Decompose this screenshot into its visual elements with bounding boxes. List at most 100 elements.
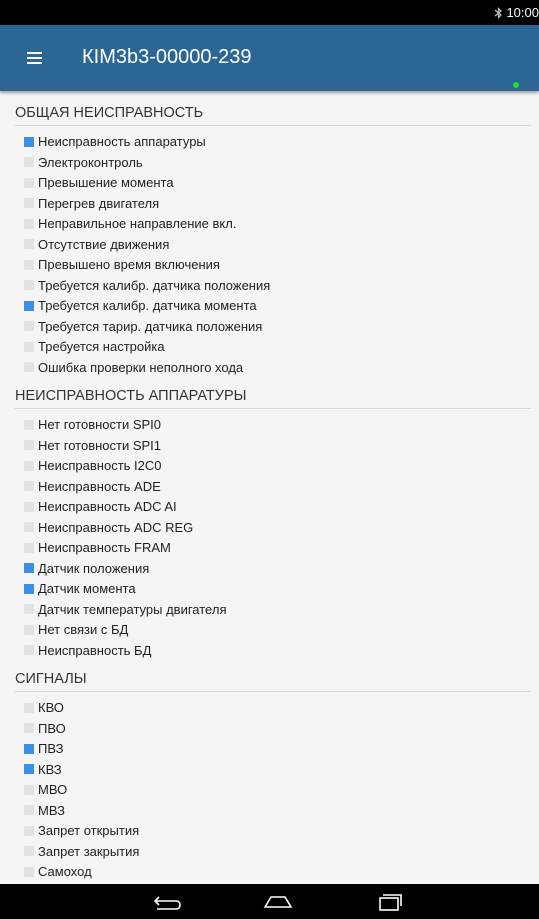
status-indicator-inactive	[24, 198, 34, 208]
list-item-label: Неисправность FRAM	[38, 540, 171, 555]
list-item-label: Неисправность ADE	[38, 478, 161, 494]
status-indicator-active	[24, 136, 34, 147]
status-indicator-active	[24, 583, 34, 594]
status-indicator-inactive	[24, 501, 34, 512]
list-item[interactable]: Неисправность FRAM	[0, 538, 539, 559]
list-item[interactable]: Превышение момента	[0, 173, 539, 194]
status-indicator-active	[24, 300, 34, 311]
status-indicator-active	[24, 563, 34, 573]
app-title: КІМ3b3-00000-239	[82, 46, 252, 68]
status-indicator-active	[24, 743, 34, 754]
list-item-label: Превышено время включения	[38, 257, 220, 272]
list-item[interactable]: КВО	[0, 698, 539, 719]
list-item-label: Неисправность ADC AI	[38, 499, 177, 514]
list-item[interactable]: Электроконтроль	[0, 153, 539, 174]
section-header: СИГНАЛЫ	[15, 667, 531, 692]
status-indicator-inactive	[24, 624, 34, 635]
status-bar: 10:00	[0, 0, 539, 25]
list-item[interactable]: Неправильное направление вкл.	[0, 214, 539, 235]
list-item[interactable]: Самоход	[0, 862, 539, 883]
list-item[interactable]: Нет готовности SPI0	[0, 415, 539, 436]
list-item-label: Требуется настройка	[38, 339, 165, 354]
list-item[interactable]: ПВЗ	[0, 739, 539, 760]
status-indicator-inactive	[24, 259, 34, 270]
list-item-label: Ошибка проверки неполного хода	[38, 359, 244, 375]
list-item-label: Неправильное направление вкл.	[38, 216, 237, 231]
list-item[interactable]: КВЗ	[0, 760, 539, 781]
list-item-label: Запрет открытия	[38, 823, 140, 838]
list-item[interactable]: Неисправность ADC REG	[0, 518, 539, 539]
status-indicator-inactive	[24, 825, 34, 836]
list-item[interactable]: Неисправность аппаратуры	[0, 132, 539, 153]
list-item[interactable]: МВО	[0, 780, 539, 801]
list-item-label: МВЗ	[38, 802, 65, 818]
list-item[interactable]: Требуется калибр. датчика момента	[0, 296, 539, 317]
bluetooth-icon	[495, 6, 503, 19]
list-item-label: ПВО	[38, 720, 66, 736]
list-item[interactable]: Датчик положения	[0, 559, 539, 580]
status-indicator-inactive	[24, 239, 34, 249]
list-item[interactable]: Неисправность ADC AI	[0, 497, 539, 518]
status-indicator-inactive	[24, 866, 34, 877]
list-item-label: Требуется калибр. датчика момента	[38, 298, 257, 313]
status-indicator-inactive	[24, 460, 34, 471]
list-item[interactable]: Датчик температуры двигателя	[0, 600, 539, 621]
list-item[interactable]: Неисправность I2C0	[0, 456, 539, 477]
list-item[interactable]: Требуется тарир. датчика положения	[0, 317, 539, 338]
list-item-label: Перегрев двигателя	[38, 195, 160, 211]
list-item[interactable]: Нет готовности SPI1	[0, 436, 539, 457]
list-item-label: Превышение момента	[38, 175, 174, 190]
list-item[interactable]: Превышено время включения	[0, 255, 539, 276]
status-indicator-inactive	[24, 542, 34, 553]
status-indicator-inactive	[24, 522, 34, 532]
section-header: ОБЩАЯ НЕИСПРАВНОСТЬ	[15, 101, 531, 126]
list-item[interactable]: Неисправность ADE	[0, 477, 539, 498]
list-item-label: Неисправность ADC REG	[38, 519, 194, 535]
status-indicator-inactive	[24, 805, 34, 815]
list-item-label: Требуется калибр. датчика положения	[38, 277, 271, 293]
list-item[interactable]: Неисправность БД	[0, 641, 539, 662]
status-indicator-inactive	[24, 157, 34, 167]
status-right: 10:00	[494, 5, 539, 20]
fault-list[interactable]: ОБЩАЯ НЕИСПРАВНОСТЬ Неисправность аппарат…	[0, 91, 539, 884]
status-indicator-active	[24, 764, 34, 774]
list-item[interactable]: Ошибка проверки неполного хода	[0, 358, 539, 379]
list-item-label: Неисправность БД	[38, 642, 152, 658]
navigation-bar	[0, 884, 539, 919]
list-item-label: КВО	[38, 700, 64, 715]
list-item[interactable]: Отсутствие движения	[0, 235, 539, 256]
menu-icon[interactable]	[22, 46, 48, 70]
list-item[interactable]: Требуется настройка	[0, 337, 539, 358]
recents-icon[interactable]	[370, 890, 410, 914]
list-item-label: Электроконтроль	[38, 154, 143, 170]
list-item-label: Датчик положения	[38, 560, 150, 576]
list-item[interactable]: Запрет открытия	[0, 821, 539, 842]
status-indicator-inactive	[24, 784, 34, 795]
list-item-label: Нет связи с БД	[38, 622, 129, 637]
list-item-label: Датчик температуры двигателя	[38, 601, 227, 617]
list-item-label: Самоход	[38, 864, 92, 879]
list-item-label: Отсутствие движения	[38, 236, 170, 252]
list-item[interactable]: МВЗ	[0, 801, 539, 822]
connection-indicator	[513, 82, 519, 88]
status-indicator-inactive	[24, 341, 34, 352]
back-icon[interactable]	[147, 890, 187, 914]
list-item[interactable]: Требуется калибр. датчика положения	[0, 276, 539, 297]
section-header: НЕИСПРАВНОСТЬ АППАРАТУРЫ	[15, 384, 531, 409]
status-indicator-inactive	[24, 280, 34, 290]
list-item[interactable]: Нет связи с БД	[0, 620, 539, 641]
home-icon[interactable]	[258, 890, 298, 914]
list-item-label: Нет готовности SPI1	[38, 437, 162, 453]
status-indicator-inactive	[24, 723, 34, 733]
status-time: 10:00	[506, 5, 539, 20]
list-item[interactable]: Запрет закрытия	[0, 842, 539, 863]
list-item[interactable]: Перегрев двигателя	[0, 194, 539, 215]
list-item[interactable]: ПВО	[0, 719, 539, 740]
status-indicator-inactive	[24, 440, 34, 450]
status-indicator-inactive	[24, 419, 34, 430]
list-item-label: Требуется тарир. датчика положения	[38, 318, 263, 334]
status-indicator-inactive	[24, 362, 34, 372]
list-item[interactable]: Датчик момента	[0, 579, 539, 600]
status-indicator-inactive	[24, 218, 34, 229]
status-indicator-inactive	[24, 604, 34, 614]
